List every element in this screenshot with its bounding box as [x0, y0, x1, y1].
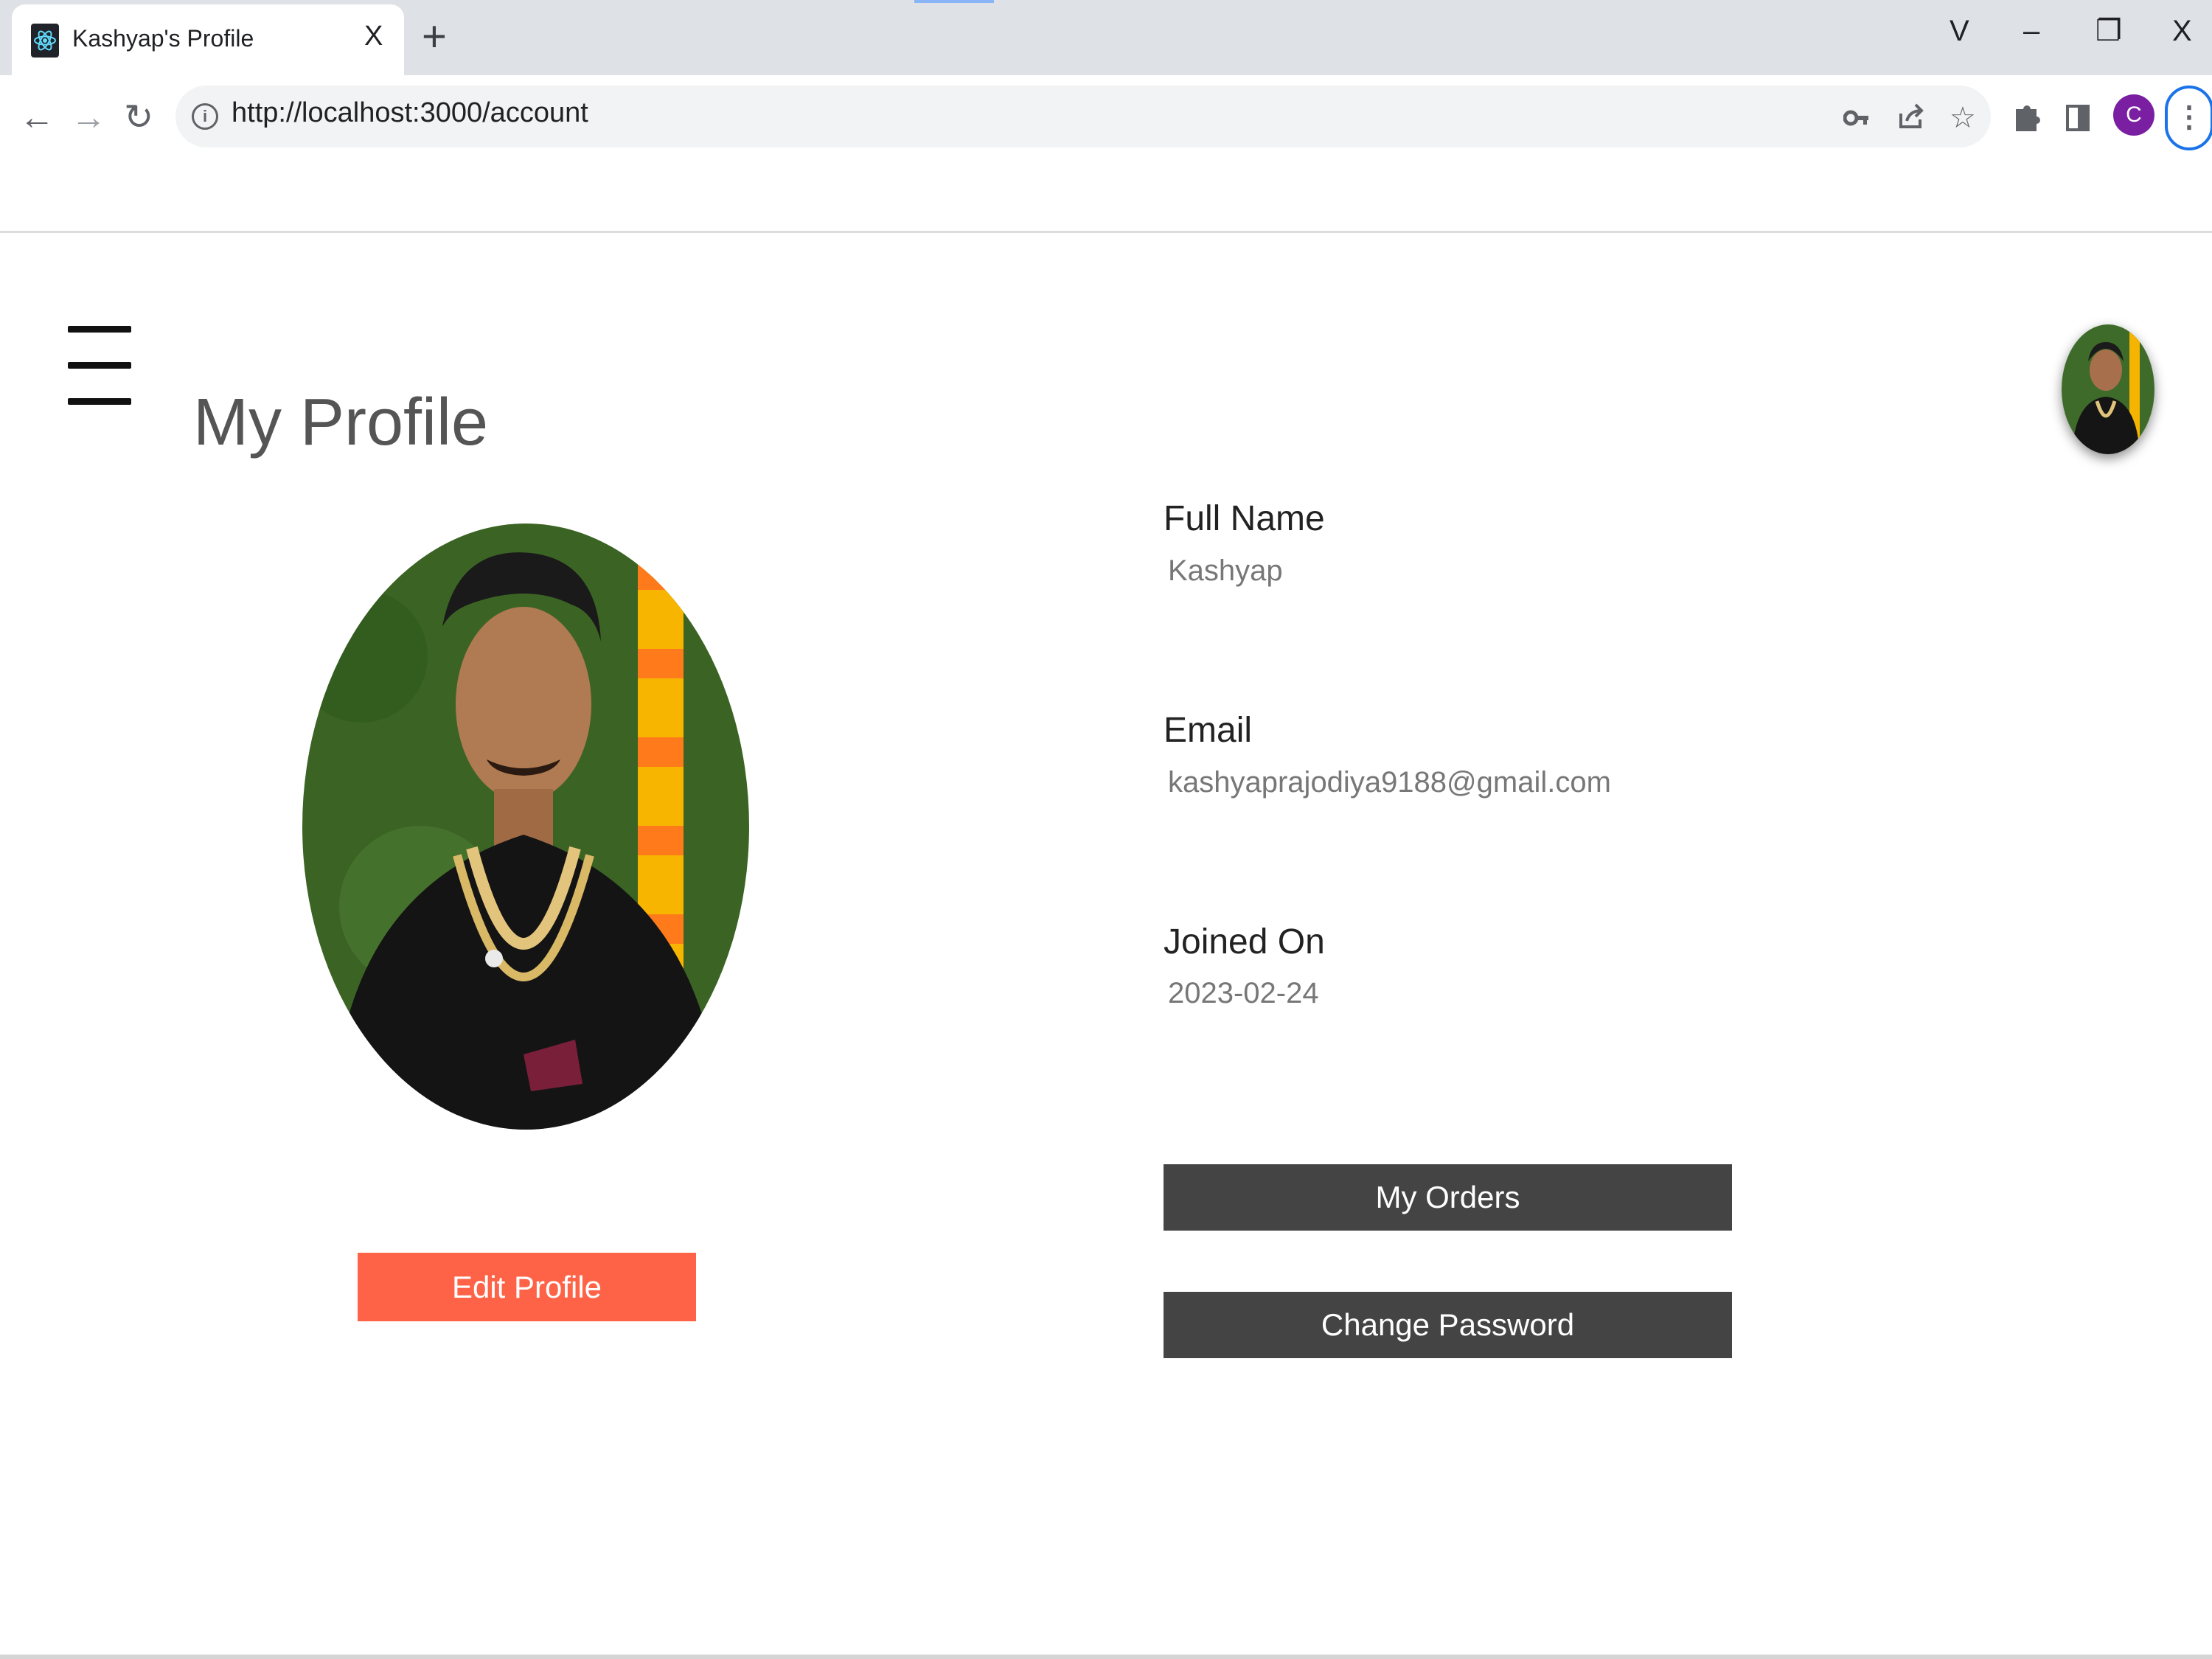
forward-icon[interactable]: →	[71, 88, 106, 147]
site-info-icon[interactable]: i	[192, 103, 218, 130]
restore-button[interactable]: ❐	[2096, 9, 2122, 53]
puzzle-icon[interactable]	[2011, 96, 2041, 153]
back-icon[interactable]: ←	[19, 88, 55, 147]
url-text[interactable]: http://localhost:3000/account	[232, 97, 588, 129]
my-orders-button[interactable]: My Orders	[1164, 1164, 1732, 1231]
tab-search-button[interactable]: V	[1950, 9, 1969, 53]
email-value: kashyaprajodiya9188@gmail.com	[1168, 766, 1611, 799]
new-tab-button[interactable]: +	[422, 13, 447, 60]
edit-profile-button[interactable]: Edit Profile	[358, 1253, 696, 1321]
browser-tab-active[interactable]: Kashyap's Profile X	[12, 4, 404, 75]
tab-strip-accent	[914, 0, 994, 3]
hamburger-menu-icon[interactable]	[68, 326, 131, 406]
email-label: Email	[1164, 711, 1253, 750]
minimize-button[interactable]: –	[2023, 9, 2039, 53]
page-title: My Profile	[193, 386, 489, 459]
profile-photo	[302, 524, 749, 1130]
react-favicon-icon	[31, 24, 59, 58]
star-icon[interactable]: ☆	[1950, 96, 1976, 140]
joined-on-label: Joined On	[1164, 922, 1325, 961]
reload-icon[interactable]: ↻	[124, 88, 153, 147]
key-icon[interactable]	[1843, 96, 1870, 153]
change-password-button[interactable]: Change Password	[1164, 1292, 1732, 1358]
browser-profile-avatar[interactable]: C	[2113, 94, 2154, 136]
full-name-label: Full Name	[1164, 499, 1325, 538]
joined-on-value: 2023-02-24	[1168, 977, 1319, 1009]
browser-menu-icon[interactable]: ⋮	[2165, 86, 2212, 150]
tab-title: Kashyap's Profile	[72, 25, 254, 52]
side-panel-icon[interactable]	[2065, 96, 2091, 153]
toolbar-divider	[0, 231, 2212, 233]
share-icon[interactable]	[1896, 96, 1926, 153]
full-name-value: Kashyap	[1168, 554, 1283, 587]
tab-close-button[interactable]: X	[364, 21, 383, 52]
close-window-button[interactable]: X	[2172, 9, 2192, 53]
bottom-border	[0, 1655, 2212, 1659]
user-avatar[interactable]	[2062, 324, 2154, 454]
